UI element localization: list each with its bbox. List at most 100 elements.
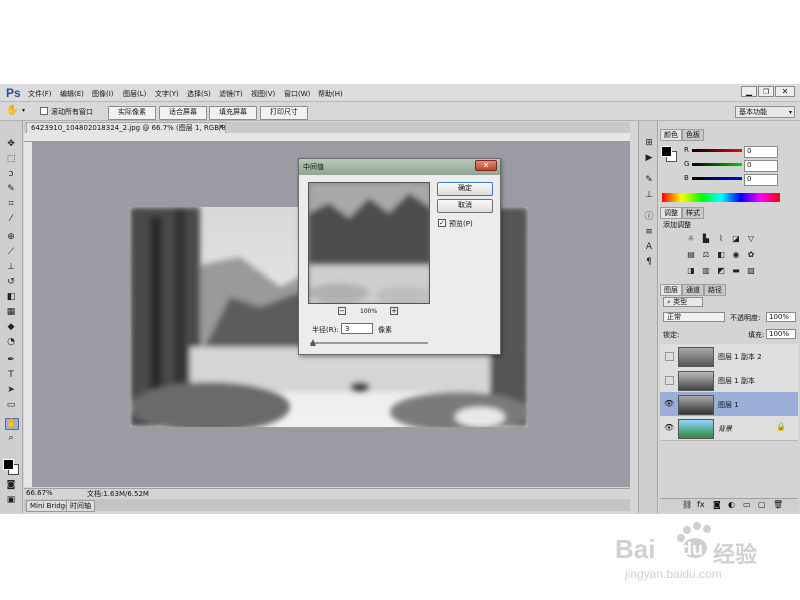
layer-row-copy[interactable]: 图层 1 副本: [660, 368, 798, 393]
actual-pixels-button[interactable]: 实际像素: [108, 106, 156, 120]
screen-mode-icon[interactable]: ▣: [5, 495, 17, 505]
zoom-out-button[interactable]: −: [338, 307, 346, 315]
dodge-tool-icon[interactable]: ◔: [5, 337, 17, 347]
fill-screen-button[interactable]: 填充屏幕: [209, 106, 257, 120]
preview-checkbox[interactable]: ✓: [438, 219, 446, 227]
paragraph-panel-icon[interactable]: ¶: [643, 257, 655, 267]
levels-icon[interactable]: ▙: [701, 234, 711, 243]
delete-layer-icon[interactable]: 🗑: [773, 500, 783, 509]
fill-field[interactable]: 100%: [766, 329, 796, 339]
actions-panel-icon[interactable]: ▶: [643, 153, 655, 163]
exposure-icon[interactable]: ◪: [731, 234, 741, 243]
lasso-tool-icon[interactable]: ↄ: [5, 169, 17, 179]
tab-swatches[interactable]: 色板: [682, 129, 704, 141]
layer-row-layer1[interactable]: 👁 图层 1: [660, 392, 798, 417]
character-panel-icon[interactable]: A: [643, 242, 655, 252]
move-tool-icon[interactable]: ✥: [5, 139, 17, 149]
layer-row-background[interactable]: 👁 背景 🔒: [660, 416, 798, 441]
vibrance-icon[interactable]: ▽: [746, 234, 756, 243]
menu-filter[interactable]: 滤镜(T): [219, 89, 243, 99]
new-layer-icon[interactable]: ▢: [758, 500, 766, 509]
dialog-title-bar[interactable]: [299, 159, 500, 175]
photo-filter-icon[interactable]: ◉: [731, 250, 741, 259]
tab-color[interactable]: 颜色: [660, 129, 682, 141]
history-panel-icon[interactable]: ⊞: [643, 138, 655, 148]
b-slider[interactable]: [692, 177, 742, 180]
zoom-level[interactable]: 66.67%: [26, 489, 53, 497]
timeline-tab[interactable]: 时间轴: [66, 500, 95, 512]
layer-name[interactable]: 图层 1: [718, 400, 739, 410]
minimize-button[interactable]: ▁: [741, 86, 757, 97]
clone-source-icon[interactable]: ⊥: [643, 190, 655, 200]
info-panel-icon[interactable]: ⓘ: [643, 212, 655, 222]
fit-screen-button[interactable]: 适合屏幕: [159, 106, 207, 120]
blur-tool-icon[interactable]: ◆: [5, 322, 17, 332]
layer-name[interactable]: 图层 1 副本: [718, 376, 755, 386]
bw-icon[interactable]: ◧: [716, 250, 726, 259]
crop-tool-icon[interactable]: ⌗: [5, 199, 17, 209]
workspace-select[interactable]: 基本功能 ▾: [735, 106, 795, 118]
blend-mode-select[interactable]: 正常: [663, 312, 725, 322]
layer-kind-filter[interactable]: ⌕ 类型: [663, 297, 703, 307]
layer-name[interactable]: 图层 1 副本 2: [718, 352, 762, 362]
tab-adjustments[interactable]: 调整: [660, 207, 682, 219]
group-icon[interactable]: ▭: [743, 500, 751, 509]
tab-styles[interactable]: 样式: [682, 207, 704, 219]
b-value-field[interactable]: 0: [744, 174, 778, 186]
visibility-toggle[interactable]: [665, 352, 674, 361]
history-brush-icon[interactable]: ↺: [5, 277, 17, 287]
menu-image[interactable]: 图像(I): [92, 89, 114, 99]
threshold-icon[interactable]: ◩: [716, 266, 726, 275]
dialog-close-button[interactable]: ✕: [475, 160, 497, 171]
eye-icon[interactable]: 👁: [664, 399, 674, 409]
curves-icon[interactable]: ⌇: [716, 234, 726, 243]
hand-tool-active-icon[interactable]: ✋: [5, 418, 19, 430]
r-value-field[interactable]: 0: [744, 146, 778, 158]
channel-mixer-icon[interactable]: ✿: [746, 250, 756, 259]
properties-panel-icon[interactable]: ≡: [643, 227, 655, 237]
scroll-all-checkbox[interactable]: [40, 107, 48, 115]
shape-tool-icon[interactable]: ▭: [5, 400, 17, 410]
close-tab-icon[interactable]: ✕: [218, 122, 226, 132]
marquee-tool-icon[interactable]: ⬚: [5, 154, 17, 164]
tab-layers[interactable]: 图层: [660, 284, 682, 296]
link-layers-icon[interactable]: ⛓: [682, 500, 692, 509]
hand-tool-icon[interactable]: ✋: [6, 105, 20, 117]
brush-panel-icon[interactable]: ✎: [643, 175, 655, 185]
g-slider[interactable]: [692, 163, 742, 166]
invert-icon[interactable]: ◨: [686, 266, 696, 275]
r-slider[interactable]: [692, 149, 742, 152]
tool-preset-chevron-icon[interactable]: ▾: [22, 105, 30, 117]
brush-tool-icon[interactable]: ⟋: [5, 247, 17, 257]
visibility-toggle[interactable]: [665, 376, 674, 385]
close-app-button[interactable]: ✕: [775, 86, 795, 97]
hue-sat-icon[interactable]: ▤: [686, 250, 696, 259]
fx-icon[interactable]: fx: [697, 500, 705, 509]
g-value-field[interactable]: 0: [744, 160, 778, 172]
radius-input[interactable]: 3: [341, 323, 373, 334]
eye-icon[interactable]: 👁: [664, 423, 674, 433]
menu-select[interactable]: 选择(S): [187, 89, 211, 99]
path-select-icon[interactable]: ➤: [5, 385, 17, 395]
gradient-tool-icon[interactable]: ▦: [5, 307, 17, 317]
filter-preview[interactable]: [308, 182, 430, 304]
color-balance-icon[interactable]: ⚖: [701, 250, 711, 259]
brightness-icon[interactable]: ☼: [686, 234, 696, 243]
eyedropper-tool-icon[interactable]: ⁄: [5, 214, 17, 224]
ok-button[interactable]: 确定: [437, 182, 493, 196]
pen-tool-icon[interactable]: ✒: [5, 355, 17, 365]
radius-slider-track[interactable]: [310, 342, 428, 344]
print-size-button[interactable]: 打印尺寸: [260, 106, 308, 120]
eraser-tool-icon[interactable]: ◧: [5, 292, 17, 302]
stamp-tool-icon[interactable]: ⊥: [5, 262, 17, 272]
selective-color-icon[interactable]: ▧: [746, 266, 756, 275]
layer-row-copy2[interactable]: 图层 1 副本 2: [660, 344, 798, 369]
panel-fg-color-top[interactable]: [661, 146, 672, 157]
restore-button[interactable]: ❐: [758, 86, 774, 97]
gradient-map-icon[interactable]: ▬: [731, 266, 741, 275]
zoom-in-button[interactable]: +: [390, 307, 398, 315]
color-spectrum[interactable]: [662, 193, 780, 202]
cancel-button[interactable]: 取消: [437, 199, 493, 213]
menu-type[interactable]: 文字(Y): [155, 89, 179, 99]
quick-mask-icon[interactable]: ◙: [5, 480, 17, 490]
